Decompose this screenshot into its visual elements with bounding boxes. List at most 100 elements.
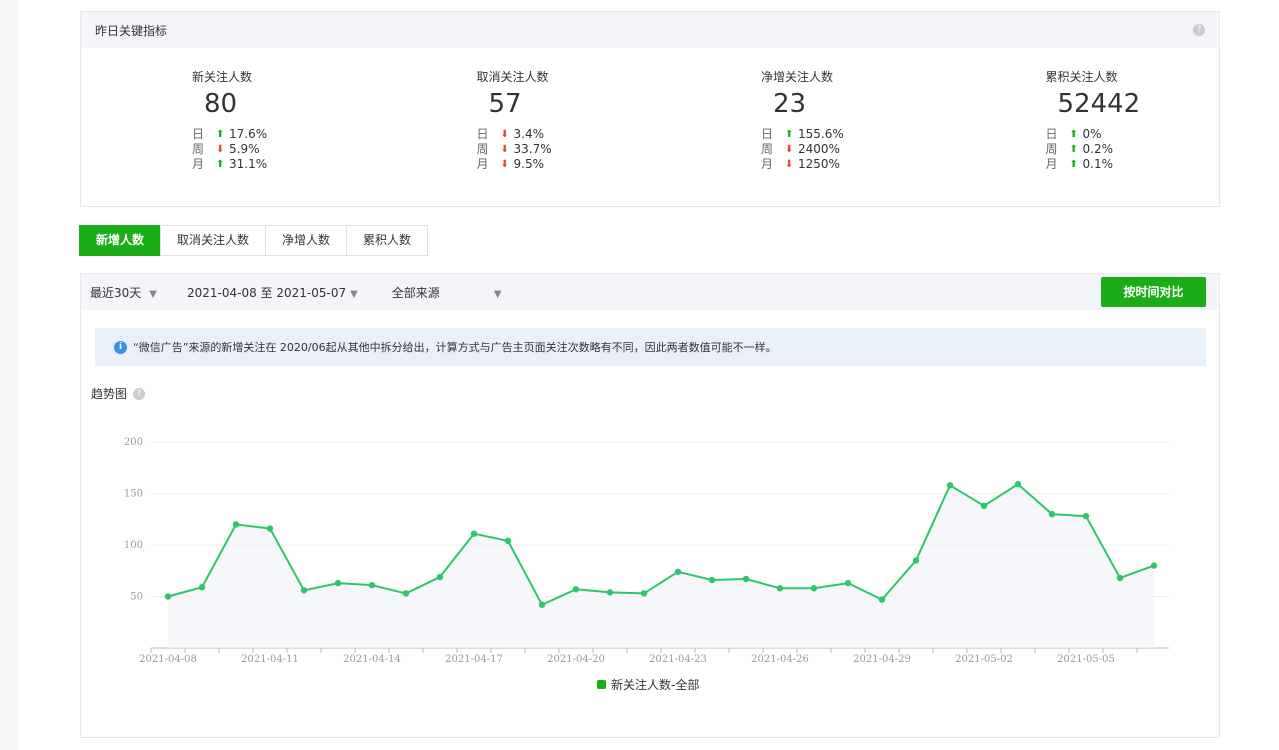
metric-change-row: 月 ⬆ 31.1% [192,157,366,172]
data-point [878,596,886,603]
arrow-down-icon: ⬇ [500,159,509,170]
metric-changes: 日 ⬇ 3.4% 周 ⬇ 33.7% 月 ⬇ 9.5% [477,127,651,172]
tab-2[interactable]: 取消关注人数 [160,225,267,256]
period-label: 周 [192,142,205,156]
metric-change-row: 周 ⬇ 33.7% [477,142,651,157]
change-value: 31.1% [229,157,268,171]
help-icon[interactable]: ? [1193,24,1205,36]
change-value: 17.6% [229,127,268,141]
metric-change-row: 日 ⬆ 155.6% [761,127,935,142]
tab-4[interactable]: 累积人数 [346,225,429,256]
change-value: 9.5% [513,157,545,171]
data-point [606,589,614,596]
change-value: 0.1% [1082,157,1114,171]
arrow-down-icon: ⬇ [216,144,225,155]
data-point [368,581,376,589]
data-point [232,521,240,528]
metric-value: 23 [773,89,807,119]
x-tick-label: 2021-04-26 [751,654,809,665]
metric-block: 净增关注人数 23 日 ⬆ 155.6% 周 ⬇ 2400% 月 ⬇ 1250% [761,68,935,172]
y-tick-label: 200 [124,437,143,448]
period-label: 月 [476,157,489,171]
y-tick-label: 100 [124,540,143,551]
data-point [1082,512,1090,520]
data-point [844,579,852,587]
x-tick-label: 2021-04-17 [445,654,503,665]
data-point [640,590,648,597]
data-point [708,576,716,584]
tab-3[interactable]: 净增人数 [265,225,348,256]
x-tick-label: 2021-04-11 [241,654,299,665]
metric-value: 57 [488,89,522,119]
data-point [538,601,546,608]
key-metrics-card: 昨日关键指标 ? 新关注人数 80 日 ⬆ 17.6% 周 ⬇ 5.9% 月 ⬆ 31.1% 取消关注… [80,11,1220,207]
data-point [674,568,682,575]
data-point [980,502,988,510]
data-point [266,525,274,532]
period-label: 周 [761,142,774,156]
metric-change-row: 月 ⬆ 0.1% [1046,157,1220,172]
x-tick-label: 2021-04-23 [649,654,707,665]
data-point [912,557,920,564]
change-value: 2400% [798,142,840,156]
metric-change-row: 周 ⬇ 5.9% [192,142,366,157]
data-point [776,585,784,592]
arrow-up-icon: ⬆ [1069,159,1078,170]
period-label: 日 [476,127,489,141]
legend-label: 新关注人数-全部 [611,678,700,692]
arrow-down-icon: ⬇ [785,144,794,155]
x-tick-label: 2021-04-14 [343,654,401,665]
metrics-row: 新关注人数 80 日 ⬆ 17.6% 周 ⬇ 5.9% 月 ⬆ 31.1% 取消关注人数 57 日 ⬇ 3.4… [81,48,1219,172]
period-label: 月 [761,157,774,171]
data-point [1014,481,1022,488]
key-metrics-title: 昨日关键指标 [95,23,168,38]
data-point [504,537,512,545]
period-label: 日 [1045,127,1058,141]
change-value: 1250% [798,157,840,171]
metric-column: 净增关注人数 23 日 ⬆ 155.6% 周 ⬇ 2400% 月 ⬇ 1250% [650,48,935,172]
chart-legend[interactable]: 新关注人数-全部 [597,676,699,693]
arrow-down-icon: ⬇ [785,159,794,170]
metric-value: 52442 [1057,89,1141,119]
data-point [572,586,580,593]
metric-changes: 日 ⬆ 0% 周 ⬆ 0.2% 月 ⬆ 0.1% [1046,127,1220,172]
change-value: 33.7% [513,142,552,156]
metric-label: 取消关注人数 [476,70,549,84]
trend-chart: 50 100 150 200 2021-04-08 2021-04-11 2021-04-1… [124,437,1169,665]
data-point [742,575,750,583]
x-tick-label: 2021-04-20 [547,654,605,665]
data-point [1116,574,1124,582]
arrow-down-icon: ⬇ [500,129,509,140]
tab-1[interactable]: 新增人数 [79,225,162,256]
data-point [198,584,206,591]
period-label: 月 [1045,157,1058,171]
arrow-up-icon: ⬆ [1069,144,1078,155]
y-tick-label: 50 [130,592,143,603]
x-tick-label: 2021-04-08 [139,654,197,665]
metric-change-row: 日 ⬆ 17.6% [192,127,366,142]
change-value: 0% [1082,127,1102,141]
metric-value: 80 [204,89,238,119]
metric-change-row: 日 ⬇ 3.4% [477,127,651,142]
change-value: 3.4% [513,127,545,141]
change-value: 5.9% [229,142,260,156]
data-point [810,585,818,592]
metric-change-row: 月 ⬇ 9.5% [477,157,651,172]
arrow-up-icon: ⬆ [216,129,225,140]
key-metrics-header: 昨日关键指标 ? [81,12,1219,48]
data-point [334,579,342,587]
metric-change-row: 日 ⬆ 0% [1046,127,1220,142]
metric-changes: 日 ⬆ 17.6% 周 ⬇ 5.9% 月 ⬆ 31.1% [192,127,366,172]
metric-block: 累积关注人数 52442 日 ⬆ 0% 周 ⬆ 0.2% 月 ⬆ 0.1% [1046,68,1220,172]
data-point [470,530,478,537]
metric-changes: 日 ⬆ 155.6% 周 ⬇ 2400% 月 ⬇ 1250% [761,127,935,172]
change-value: 0.2% [1082,142,1114,156]
y-tick-label: 150 [124,489,143,500]
arrow-down-icon: ⬇ [500,144,509,155]
x-tick-label: 2021-05-02 [955,654,1013,665]
metric-block: 取消关注人数 57 日 ⬇ 3.4% 周 ⬇ 33.7% 月 ⬇ 9.5% [477,68,651,172]
period-label: 周 [476,142,489,156]
period-label: 周 [1045,142,1058,156]
period-label: 月 [192,157,205,171]
data-point [1048,510,1056,518]
